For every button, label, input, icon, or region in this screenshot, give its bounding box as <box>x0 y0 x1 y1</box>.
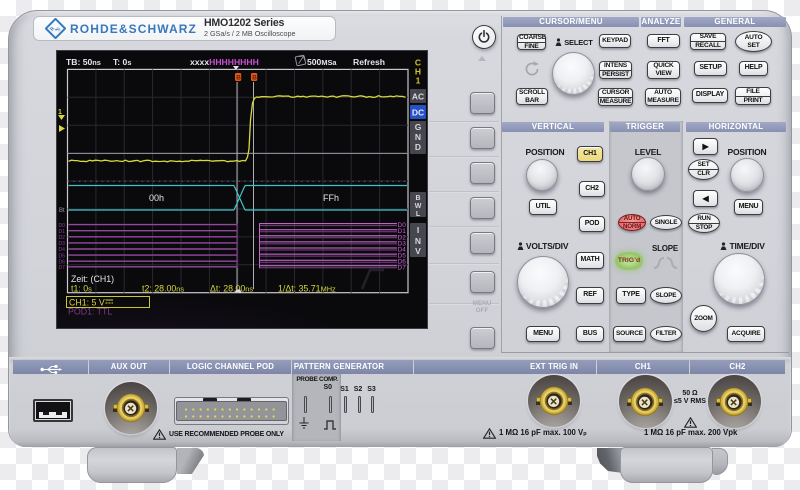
svg-text:B: B <box>236 75 241 82</box>
svg-text:1: 1 <box>58 109 62 116</box>
svg-text:Zeit: (CH1): Zeit: (CH1) <box>71 274 114 284</box>
svg-text:1: 1 <box>416 76 421 86</box>
svg-text:AC: AC <box>412 92 424 102</box>
svg-text:L: L <box>416 211 421 218</box>
svg-text:I: I <box>417 225 419 235</box>
svg-text:D5: D5 <box>59 253 66 259</box>
svg-text:D2: D2 <box>59 235 66 241</box>
svg-text:V: V <box>415 246 421 256</box>
svg-text:G: G <box>415 122 422 132</box>
svg-text:D7: D7 <box>398 264 407 271</box>
svg-text:Δt: 28.00ns: Δt: 28.00ns <box>210 284 253 294</box>
svg-text:t2: 28.00ns: t2: 28.00ns <box>142 284 184 294</box>
svg-text:W: W <box>415 203 422 210</box>
svg-text:500MSa: 500MSa <box>307 57 337 67</box>
svg-text:FFh: FFh <box>323 193 339 203</box>
svg-text:POD1: TTL: POD1: TTL <box>68 307 112 317</box>
svg-text:t1: 0s: t1: 0s <box>71 284 92 294</box>
svg-text:xxxxHHHHHHHH: xxxxHHHHHHHH <box>190 57 259 67</box>
svg-text:D7: D7 <box>59 265 66 271</box>
svg-text:D4: D4 <box>59 247 66 253</box>
svg-text:N: N <box>415 236 421 246</box>
svg-text:00h: 00h <box>149 193 164 203</box>
svg-text:D1: D1 <box>59 229 66 235</box>
svg-text:Refresh: Refresh <box>353 57 385 67</box>
svg-text:D0: D0 <box>59 223 66 229</box>
svg-text:TB: 50ns: TB: 50ns <box>66 57 101 67</box>
svg-text:D3: D3 <box>59 241 66 247</box>
svg-text:T: 0s: T: 0s <box>113 57 131 67</box>
svg-text:1/Δt: 35.71MHz: 1/Δt: 35.71MHz <box>278 284 336 294</box>
svg-text:N: N <box>415 132 421 142</box>
svg-text:B: B <box>252 75 257 82</box>
svg-text:Bt: Bt <box>59 208 65 214</box>
svg-text:DC: DC <box>412 108 424 118</box>
svg-text:B: B <box>415 195 420 202</box>
svg-text:D: D <box>415 142 421 152</box>
